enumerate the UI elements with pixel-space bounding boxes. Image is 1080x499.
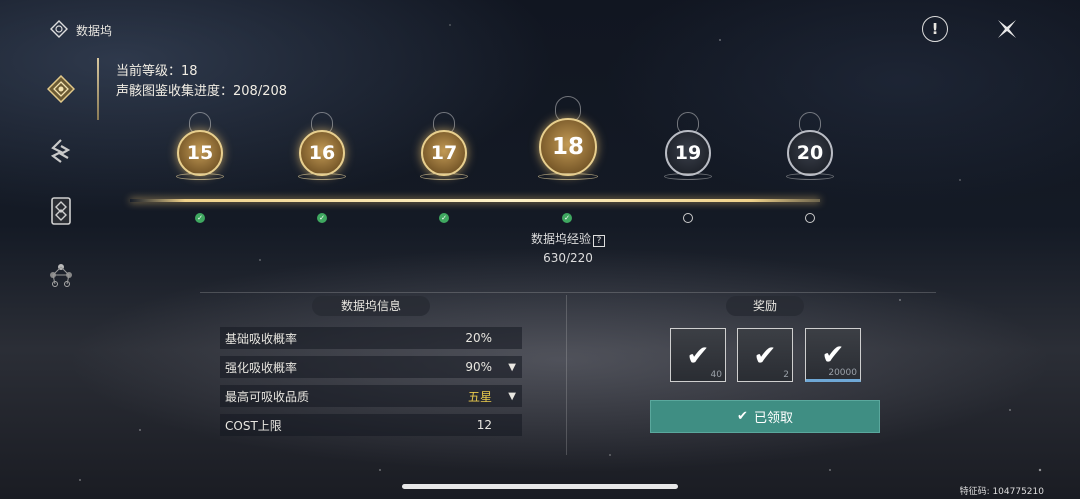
level-node-20[interactable]: 20 [786,112,834,180]
home-indicator[interactable] [402,484,678,489]
data-dock-icon [47,75,75,103]
reward-item[interactable]: ✔ 2 [737,328,793,382]
info-row-base-absorb: 基础吸收概率 20% [220,327,522,349]
orb-base [176,173,224,180]
exp-label: 数据坞经验 [530,232,591,246]
level-node-19[interactable]: 19 [664,112,712,180]
chevron-down-icon[interactable]: ▼ [508,391,516,402]
dock-exp: 数据坞经验? 630/220 [520,230,616,268]
level-node-17[interactable]: 17 [420,112,468,180]
level-orb: 20 [787,130,833,176]
info-row-enhanced-absorb[interactable]: 强化吸收概率 90% ▼ [220,356,522,378]
claimed-button[interactable]: ✔ 已领取 [650,400,880,433]
row-value: 五星 [467,389,492,404]
claimed-check-icon: ✔ [686,338,710,372]
feature-code: 特征码: 104775210 [959,487,1044,497]
level-orb: 19 [665,130,711,176]
row-value: 12 [476,418,492,432]
row-value: 90% [465,360,492,374]
help-icon[interactable]: ? [593,235,605,247]
nodes-icon [50,264,72,287]
sidebar-item-cards[interactable] [46,196,76,226]
reward-count: 2 [783,370,789,380]
reward-item[interactable]: ✔ 40 [670,328,726,382]
sidebar-active-indicator [97,58,99,120]
level-node-18[interactable]: 18 [538,96,598,180]
claimed-check-icon: ✔ [753,338,777,372]
orb-base [664,173,712,180]
level-node-16[interactable]: 16 [298,112,346,180]
orb-base [298,173,346,180]
sidebar-item-data-dock[interactable] [46,74,76,104]
orb-base [538,173,598,180]
sidebar-item-nodes[interactable] [46,260,76,290]
level-orb: 16 [299,130,345,176]
row-label: COST上限 [225,418,282,433]
row-value: 20% [465,331,492,345]
check-icon: ✓ [439,213,449,223]
chevron-down-icon[interactable]: ▼ [508,362,516,373]
cards-icon [51,197,71,225]
row-label: 最高可吸收品质 [225,389,310,404]
check-icon: ✓ [195,213,205,223]
divider-vertical [566,295,567,455]
claimed-check-icon: ✔ [821,337,845,371]
check-icon: ✓ [562,213,572,223]
exp-value: 630/220 [543,251,593,265]
row-label: 基础吸收概率 [225,331,298,346]
row-label: 强化吸收概率 [225,360,298,375]
empty-circle-icon [683,213,693,223]
check-icon: ✓ [317,213,327,223]
info-row-cost-limit: COST上限 12 [220,414,522,436]
claimed-button-label: 已领取 [753,411,793,426]
close-star-icon [998,20,1016,38]
collection-progress-label: 声骸图鉴收集进度： [116,84,234,99]
divider-horizontal [200,292,936,293]
orb-base [420,173,468,180]
close-button[interactable] [994,16,1020,42]
data-dock-small-icon [50,20,68,41]
level-orb: 17 [421,130,467,176]
reward-item[interactable]: ✔ 20000 [805,328,861,382]
check-circle-icon: ✔ [737,409,748,424]
reward-count: 20000 [828,368,857,378]
info-row-max-quality[interactable]: 最高可吸收品质 五星 ▼ [220,385,522,407]
level-orb: 15 [177,130,223,176]
exclamation-icon: ! [931,20,939,38]
rewards-title: 奖励 [726,296,804,316]
sidebar-title: 数据坞 [50,20,112,41]
current-level-label: 当前等级： [116,64,182,79]
dock-info-title: 数据坞信息 [312,296,430,316]
orb-base [786,173,834,180]
level-node-15[interactable]: 15 [176,112,224,180]
current-level-value: 18 [181,64,198,79]
collection-progress-value: 208/208 [233,84,288,99]
sidebar-item-sonance[interactable] [46,136,76,166]
sonance-icon [50,139,71,163]
reward-count: 40 [710,370,722,380]
empty-circle-icon [805,213,815,223]
level-progress-track [130,199,820,202]
level-orb-current: 18 [539,118,597,176]
level-info: 当前等级：18 声骸图鉴收集进度：208/208 [116,62,287,102]
info-button[interactable]: ! [922,16,948,42]
